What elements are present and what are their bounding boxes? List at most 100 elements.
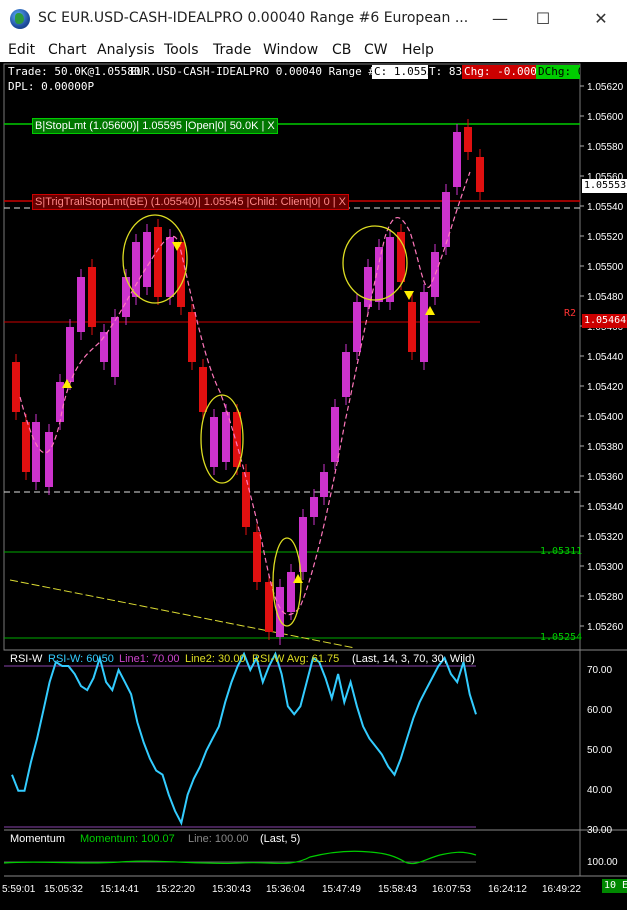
rsi-line1-label: Line1: 70.00 [119,653,180,665]
menu-trade[interactable]: Trade [213,42,251,58]
candle-down [199,367,207,412]
rsi-tick-label: 30.00 [587,825,612,836]
rsi-axis: 70.00 60.00 50.00 40.00 30.00 100.00 [587,665,618,868]
candle-down [242,472,250,527]
candle-down [397,232,405,282]
candle-up [66,327,74,382]
menu-cw[interactable]: CW [364,42,388,58]
time-tick-label: 15:58:43 [378,884,417,895]
close-price-box: C: 1.05553 [372,65,428,79]
price-tick-label: 1.05360 [587,472,624,483]
rsi-tick-label: 60.00 [587,705,612,716]
menu-cb[interactable]: CB [332,42,351,58]
candle-down [88,267,96,327]
price-chart-svg[interactable]: 1.056201.056001.055801.055601.055401.055… [0,62,627,910]
price-tick-label: 1.05520 [587,232,624,243]
price-panel-border [3,63,581,651]
momentum-line-label: Line: 100.00 [188,833,249,845]
candle-up [342,352,350,397]
menu-bar: Edit Chart Analysis Tools Trade Window C… [0,38,627,62]
candle-down [233,412,241,467]
close-button[interactable]: ✕ [581,6,621,32]
candle-up [320,472,328,497]
time-tick-label: 16:24:12 [488,884,527,895]
candle-up [210,417,218,467]
candle-down [464,127,472,152]
rsi-line2-label: Line2: 30.00 [185,653,246,665]
candle-down [253,532,261,582]
corner-indicator: 10 E [602,879,627,893]
candle-up [353,302,361,352]
candle-up [32,422,40,482]
time-tick-label: 5:59:01 [2,884,36,895]
price-tick-label: 1.05400 [587,412,624,423]
candle-up [287,572,295,612]
candle-up [143,232,151,287]
title-bar: SC EUR.USD-CASH-IDEALPRO 0.00040 Range #… [0,0,627,38]
candle-up [132,242,140,297]
menu-help[interactable]: Help [402,42,434,58]
r2-tag: R2 [564,308,577,319]
time-axis: 5:59:01 15:05:32 15:14:41 15:22:20 15:30:43 1… [2,884,581,895]
price-tick-label: 1.05280 [587,592,624,603]
momentum-params: (Last, 5) [260,833,301,845]
menu-analysis[interactable]: Analysis [97,42,155,58]
candle-down [265,582,273,632]
candle-up [420,292,428,362]
candle-down [22,422,30,472]
candle-down [188,312,196,362]
price-tick-label: 1.05600 [587,112,624,123]
rsi-line [11,651,477,826]
time-tick-label: 15:05:32 [44,884,83,895]
price-tick-label: 1.05260 [587,622,624,633]
change-box: Chg: -0.00025 [462,65,536,79]
tick-count: T: 836 [429,65,463,78]
rsi-avg-label: RSI-W Avg: 61.75 [252,653,340,665]
candle-down [476,157,484,192]
menu-chart[interactable]: Chart [48,42,86,58]
menu-tools[interactable]: Tools [164,42,199,58]
price-tick-label: 1.05580 [587,142,624,153]
time-tick-label: 15:14:41 [100,884,139,895]
price-tick-label: 1.05480 [587,292,624,303]
rsi-tick-label: 50.00 [587,745,612,756]
time-tick-label: 16:49:22 [542,884,581,895]
candle-up [386,237,394,302]
price-tick-label: 1.05540 [587,202,624,213]
r2-price-tag: 1.05464 [582,314,627,328]
time-tick-label: 16:07:53 [432,884,471,895]
trade-info: Trade: 50.0K@1.05580 [6,65,143,79]
time-tick-label: 15:47:49 [322,884,361,895]
candle-up [331,407,339,462]
rsi-panel-name: RSI-W [10,653,43,665]
price-tick-label: 1.05380 [587,442,624,453]
minimize-button[interactable]: — [480,6,520,32]
price-tick-label: 1.05340 [587,502,624,513]
menu-window[interactable]: Window [263,42,318,58]
candle-up [77,277,85,332]
symbol-info: EUR.USD-CASH-IDEALPRO 0.00040 Range #6 [130,65,382,78]
candle-down [408,302,416,352]
time-tick-label: 15:36:04 [266,884,305,895]
support-price-1: 1.05311 [540,546,583,557]
price-axis: 1.056201.056001.055801.055601.055401.055… [580,82,624,633]
rsi-value: RSI-W: 60.50 [48,653,114,665]
app-globe-icon [10,9,30,29]
sell-trail-order-label[interactable]: S|TrigTrailStopLmt(BE) (1.05540)| 1.0554… [32,194,350,210]
window-title: SC EUR.USD-CASH-IDEALPRO 0.00040 Range #… [38,10,469,26]
chart-area[interactable]: 1.05620 1.05600 1.05580 1.05560 1.05540 1.055… [0,62,627,910]
candle-up [442,192,450,247]
menu-edit[interactable]: Edit [8,42,35,58]
momentum-value: Momentum: 100.07 [80,833,175,845]
price-tick-label: 1.05620 [587,82,624,93]
buy-stop-order-label[interactable]: B|StopLmt (1.05600)| 1.05595 |Open|0| 50… [32,118,278,134]
momentum-panel-name: Momentum [10,833,66,845]
maximize-button[interactable]: ☐ [523,6,563,32]
time-tick-label: 15:22:20 [156,884,195,895]
price-tick-label: 1.05500 [587,262,624,273]
dpl-info: DPL: 0.00000P [6,80,97,94]
rsi-params: (Last, 14, 3, 70, 30, Wild) [352,653,475,665]
support-price-2: 1.05254 [540,632,583,643]
price-tick-label: 1.05440 [587,352,624,363]
daily-change-box: DChg: 0 [536,65,580,79]
